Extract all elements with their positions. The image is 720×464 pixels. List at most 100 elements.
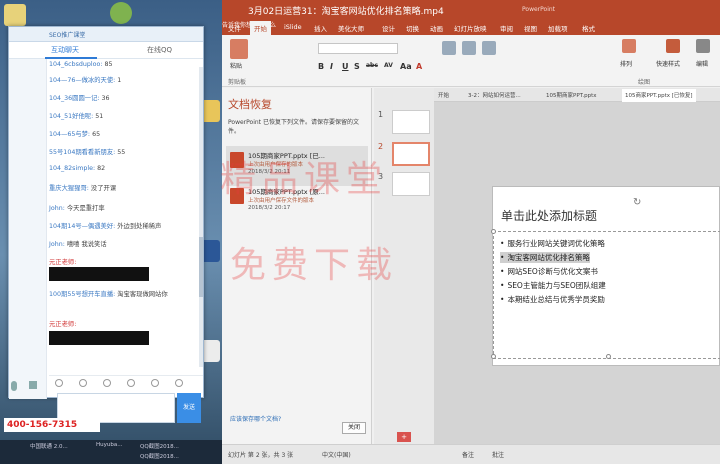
redacted-message <box>49 267 149 281</box>
font-color-button[interactable]: A <box>416 62 422 71</box>
tab-file[interactable]: 文件 <box>228 23 241 33</box>
tab-interactive-chat[interactable]: 互动聊天 <box>51 45 79 55</box>
speaker-icon[interactable] <box>29 381 37 389</box>
close-recovery-button[interactable]: 关闭 <box>342 422 366 434</box>
screenshot-icon[interactable] <box>79 379 87 387</box>
document-tabs: 开始 3-2：网站如何运营... 105期商家PPT.pptx 105商家PPT… <box>434 88 720 102</box>
arrange-icon[interactable] <box>622 39 636 53</box>
shapes-gallery-icon[interactable] <box>482 41 496 55</box>
bold-button[interactable]: B <box>318 62 324 71</box>
image-icon[interactable] <box>103 379 111 387</box>
slide-canvas[interactable]: 单击此处添加标题 ↻ 服务行业网站关键词优化策略 淘宝客网站优化排名策略 网站S… <box>491 186 720 366</box>
shapes-gallery-icon[interactable] <box>442 41 456 55</box>
taskbar-item[interactable]: QQ截图2018... <box>140 452 179 460</box>
slide-thumbnail-active[interactable] <box>392 142 430 166</box>
edit-button[interactable]: 编辑 <box>696 59 708 68</box>
chat-scrollbar[interactable] <box>199 67 203 367</box>
taskbar-item[interactable]: 中国联通 2.0... <box>30 442 68 450</box>
tab-transition[interactable]: 切换 <box>406 23 419 33</box>
tab-animation[interactable]: 动画 <box>430 23 443 33</box>
shapes-gallery-icon[interactable] <box>462 41 476 55</box>
tab-beautify[interactable]: 美化大师 <box>338 23 364 33</box>
slide-thumbnail[interactable] <box>392 110 430 134</box>
clipboard-group-label: 剪贴板 <box>228 79 247 86</box>
bullet-item[interactable]: SEO主管能力与SEO团队组建 <box>500 280 605 291</box>
rotate-handle-icon[interactable]: ↻ <box>633 197 641 208</box>
tab-slideshow[interactable]: 幻灯片放映 <box>454 23 487 33</box>
doc-tab[interactable]: 开始 <box>438 91 449 99</box>
quick-style-button[interactable]: 快速样式 <box>656 59 680 68</box>
language-status[interactable]: 中文(中国) <box>322 450 351 459</box>
underline-button[interactable]: U <box>342 62 349 71</box>
notes-button[interactable]: 备注 <box>462 450 474 459</box>
slide-title-placeholder[interactable]: 单击此处添加标题 <box>501 207 597 224</box>
ribbon-tab-bar: 文件 开始 iSlide 插入 美化大师 设计 切换 动画 幻灯片放映 审阅 视… <box>222 20 720 35</box>
case-button[interactable]: Aa <box>400 62 412 71</box>
chat-titlebar[interactable]: SEO推广课堂 <box>9 27 203 42</box>
bullet-item[interactable]: 网站SEO诊断与优化文案书 <box>500 266 597 277</box>
chat-message: 55号104期看看新朋友: 55 <box>49 149 126 156</box>
resize-handle[interactable] <box>491 229 496 234</box>
mic-icon[interactable] <box>11 381 17 391</box>
tab-view[interactable]: 视图 <box>524 23 537 33</box>
edit-icon[interactable] <box>696 39 710 53</box>
font-name-select[interactable] <box>318 43 398 54</box>
recovered-file-time: 2018/3/2 20:17 <box>248 205 291 211</box>
bullet-item[interactable]: 本期结业总结与优秀学员奖励 <box>500 294 605 305</box>
chat-scrollbar-thumb[interactable] <box>199 237 203 297</box>
content-placeholder[interactable]: 服务行业网站关键词优化策略 淘宝客网站优化排名策略 网站SEO诊断与优化文案书 … <box>491 229 720 359</box>
quick-style-icon[interactable] <box>666 39 680 53</box>
doc-tab[interactable]: 3-2：网站如何运营... <box>468 91 521 99</box>
powerpoint-window: 3月02日运营31：淘宝客网站优化排名策略.mp4 PowerPoint 文件 … <box>222 0 720 464</box>
chat-message: 104_82simple: 82 <box>49 165 106 172</box>
desktop-folder-icon[interactable] <box>4 4 26 26</box>
chat-message-teacher: 元正老师: <box>49 259 77 266</box>
arrange-button[interactable]: 排列 <box>620 59 632 68</box>
doc-tab[interactable]: 105期商家PPT.pptx <box>546 91 596 99</box>
strike-button[interactable]: abc <box>366 62 378 69</box>
tab-review[interactable]: 审阅 <box>500 23 513 33</box>
tab-addins[interactable]: 加载项 <box>548 23 568 33</box>
resize-handle[interactable] <box>491 354 496 359</box>
tab-home[interactable]: 开始 <box>250 21 271 35</box>
tab-format[interactable]: 格式 <box>582 23 595 33</box>
recovery-description: PowerPoint 已恢复下列文件。请保存要保留的文件。 <box>228 119 359 135</box>
thumb-number: 1 <box>378 110 384 119</box>
bullet-item-selected[interactable]: 淘宝客网站优化排名策略 <box>500 252 590 263</box>
spacing-button[interactable]: AV <box>384 62 393 69</box>
chat-tab-bar: 互动聊天 在线QQ <box>9 42 203 59</box>
tab-islide[interactable]: iSlide <box>284 23 302 31</box>
chat-title: SEO推广课堂 <box>49 32 86 39</box>
add-slide-button[interactable]: + <box>397 432 411 442</box>
taskbar-item[interactable]: Huyuba... <box>96 442 122 448</box>
tab-insert[interactable]: 插入 <box>314 23 327 33</box>
app-frog-icon[interactable] <box>110 2 132 24</box>
chat-message: 104_36圆圆一记: 36 <box>49 95 110 102</box>
chat-message: 104期14号—偶遇美好: 外边到处稀稀声 <box>49 223 162 230</box>
file-icon[interactable] <box>127 379 135 387</box>
chat-message-teacher: 元正老师: <box>49 321 77 328</box>
emoji-icon[interactable] <box>55 379 63 387</box>
resize-handle[interactable] <box>606 354 611 359</box>
comments-button[interactable]: 批注 <box>492 450 504 459</box>
block-icon[interactable] <box>151 379 159 387</box>
shadow-button[interactable]: S <box>354 62 360 71</box>
draw-group-label: 绘图 <box>638 79 651 86</box>
which-file-help-link[interactable]: 应该保存哪个文档? <box>230 414 281 423</box>
ribbon-home: 粘贴 剪贴板 B I U S abc AV Aa A 绘图 排列 快速样式 编辑 <box>222 35 720 87</box>
active-tab-indicator <box>45 57 97 59</box>
tab-online-qq[interactable]: 在线QQ <box>147 45 172 55</box>
tab-design[interactable]: 设计 <box>382 23 395 33</box>
chat-message: 104_51好他呢: 51 <box>49 113 104 120</box>
send-button[interactable]: 发送 <box>177 393 201 423</box>
taskbar-item[interactable]: QQ截图2018... <box>140 442 179 450</box>
doc-tab-active[interactable]: 105商家PPT.pptx [已恢复] <box>622 89 696 102</box>
paste-icon[interactable] <box>230 39 248 59</box>
phone-banner: 400-156-7315 <box>4 418 100 432</box>
paste-button[interactable]: 粘贴 <box>230 61 242 70</box>
bullet-item[interactable]: 服务行业网站关键词优化策略 <box>500 238 605 249</box>
taskbar: 中国联通 2.0... Huyuba... QQ截图2018... QQ截图20… <box>0 440 222 464</box>
slide-thumbnail[interactable] <box>392 172 430 196</box>
flower-icon[interactable] <box>175 379 183 387</box>
italic-button[interactable]: I <box>330 62 333 71</box>
